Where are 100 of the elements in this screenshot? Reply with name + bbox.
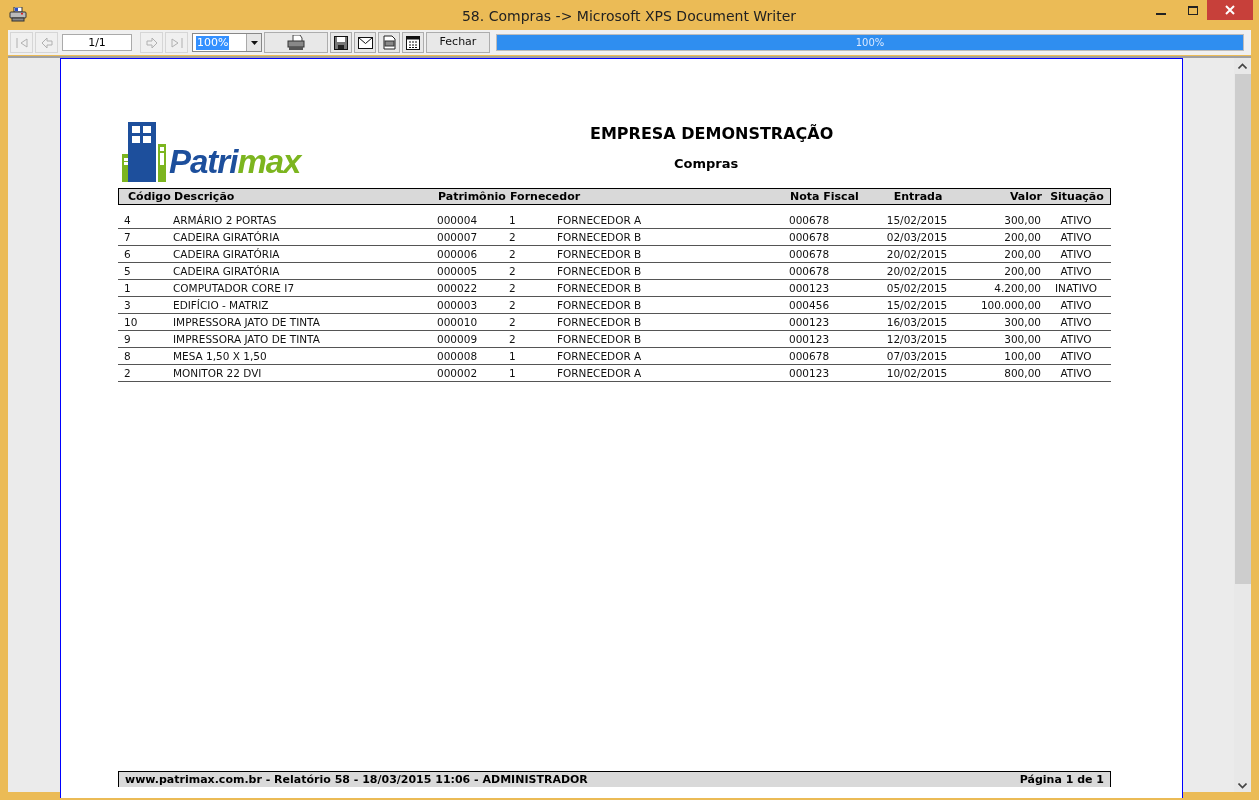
table-cell-text: FORNECEDOR B (556, 230, 643, 244)
column-header: Descrição (173, 189, 236, 204)
table-cell-text: 300,00 (1003, 315, 1041, 329)
report-title: Compras (674, 156, 739, 172)
table-cell-text: 300,00 (1003, 213, 1041, 227)
table-cell-text: INATIVO (1053, 281, 1099, 295)
table-cell-text: IMPRESSORA JATO DE TINTA (172, 315, 321, 329)
table-cell-text: 800,00 (1003, 366, 1041, 380)
table-cell-text: ATIVO (1059, 230, 1093, 244)
table-cell-text: 6 (123, 247, 132, 261)
table-cell-text: ATIVO (1059, 315, 1093, 329)
table-cell-text: ARMÁRIO 2 PORTAS (172, 213, 278, 227)
table-cell-text: 200,00 (1003, 264, 1041, 278)
table-cell-text: 5 (123, 264, 132, 278)
table-cell-text: ATIVO (1059, 247, 1093, 261)
table-cell-text: 10/02/2015 (885, 366, 949, 380)
table-cell-text: FORNECEDOR B (556, 247, 643, 261)
table-cell-text: 10 (123, 315, 139, 329)
table-cell-text: 9 (123, 332, 132, 346)
setup-button[interactable] (402, 32, 424, 53)
document-icon (381, 35, 397, 50)
logo-text: Patrimax (169, 144, 301, 180)
minimize-icon (1156, 13, 1166, 15)
table-cell-text: 000008 (436, 349, 479, 363)
buildings-icon (122, 122, 166, 182)
table-cell-text: 000678 (788, 213, 831, 227)
table-cell-text: ATIVO (1059, 213, 1093, 227)
table-cell-text: COMPUTADOR CORE I7 (172, 281, 296, 295)
table-cell-text: CADEIRA GIRATÓRIA (172, 264, 281, 278)
table-cell-text: 000123 (788, 281, 831, 295)
email-button[interactable] (354, 32, 376, 53)
table-cell-text: 20/02/2015 (885, 247, 949, 261)
table-cell-text: 000003 (436, 298, 479, 312)
table-cell-text: 2 (508, 332, 517, 346)
footer-info: www.patrimax.com.br - Relatório 58 - 18/03/2015 11:06 - ADMINISTRADOR (125, 772, 588, 787)
table-cell-text: CADEIRA GIRATÓRIA (172, 247, 281, 261)
table-cell-text: 1 (508, 366, 517, 380)
envelope-icon (357, 36, 373, 49)
column-header: Valor (1008, 189, 1042, 204)
window-title: 58. Compras -> Microsoft XPS Document Writer (461, 7, 797, 26)
table-cell-text: 000006 (436, 247, 479, 261)
table-cell-text: FORNECEDOR A (556, 349, 643, 363)
table-cell-text: ATIVO (1059, 366, 1093, 380)
table-cell-text: 000004 (436, 213, 479, 227)
table-cell-text: 100,00 (1003, 349, 1041, 363)
table-cell-text: FORNECEDOR B (556, 264, 643, 278)
column-header: Entrada (892, 189, 944, 204)
scroll-down-icon[interactable] (1238, 783, 1247, 789)
column-header: Situação (1049, 189, 1105, 204)
progress-label: 100% (854, 36, 886, 50)
save-button[interactable] (330, 32, 352, 53)
table-cell-text: 05/02/2015 (885, 281, 949, 295)
close-button[interactable] (1207, 0, 1253, 20)
column-header: Patrimônio (437, 189, 507, 204)
scroll-up-icon[interactable] (1238, 63, 1247, 69)
page-field[interactable]: 1/1 (62, 34, 132, 51)
table-cell-text: MONITOR 22 DVI (172, 366, 263, 380)
table-cell-text: MESA 1,50 X 1,50 (172, 349, 268, 363)
table-cell-text: IMPRESSORA JATO DE TINTA (172, 332, 321, 346)
table-cell-text: 8 (123, 349, 132, 363)
arrow-icon (143, 35, 160, 50)
maximize-icon (1188, 5, 1198, 15)
table-cell-text: 02/03/2015 (885, 230, 949, 244)
table-cell-text: 2 (508, 298, 517, 312)
table-cell-text: 000123 (788, 315, 831, 329)
table-cell-text: 1 (123, 281, 132, 295)
table-cell-text: EDIFÍCIO - MATRIZ (172, 298, 270, 312)
table-cell-text: 000009 (436, 332, 479, 346)
table-cell-text: FORNECEDOR A (556, 213, 643, 227)
printer-icon (9, 7, 27, 22)
table-cell-text: 2 (508, 281, 517, 295)
table-cell-text: 4.200,00 (993, 281, 1041, 295)
table-cell-text: 200,00 (1003, 230, 1041, 244)
table-cell-text: 000678 (788, 230, 831, 244)
print-button[interactable] (264, 32, 328, 53)
table-cell-text: 4 (123, 213, 132, 227)
table-cell-text: 000007 (436, 230, 479, 244)
table-cell-text: 000678 (788, 349, 831, 363)
export-button[interactable] (378, 32, 400, 53)
column-header: Nota Fiscal (789, 189, 860, 204)
column-header: Código (127, 189, 172, 204)
table-cell-text: 1 (508, 349, 517, 363)
table-cell-text: FORNECEDOR B (556, 298, 643, 312)
scrollbar-thumb[interactable] (1234, 74, 1251, 584)
close-report-button[interactable]: Fechar (426, 32, 490, 53)
table-cell-text: 000022 (436, 281, 479, 295)
table-cell-text: ATIVO (1059, 264, 1093, 278)
company-name: EMPRESA DEMONSTRAÇÃO (590, 124, 834, 144)
table-cell-text: 15/02/2015 (885, 213, 949, 227)
table-cell-text: 200,00 (1003, 247, 1041, 261)
table-cell-text: 000123 (788, 332, 831, 346)
table-cell-text: FORNECEDOR B (556, 281, 643, 295)
table-cell-text: 000005 (436, 264, 479, 278)
table-cell-text: 16/03/2015 (885, 315, 949, 329)
table-cell-text: 000678 (788, 247, 831, 261)
page-number: Página 1 de 1 (1019, 772, 1104, 787)
table-cell-text: 3 (123, 298, 132, 312)
table-cell-text: 12/03/2015 (885, 332, 949, 346)
table-cell-text: 2 (508, 264, 517, 278)
table-cell-text: 300,00 (1003, 332, 1041, 346)
